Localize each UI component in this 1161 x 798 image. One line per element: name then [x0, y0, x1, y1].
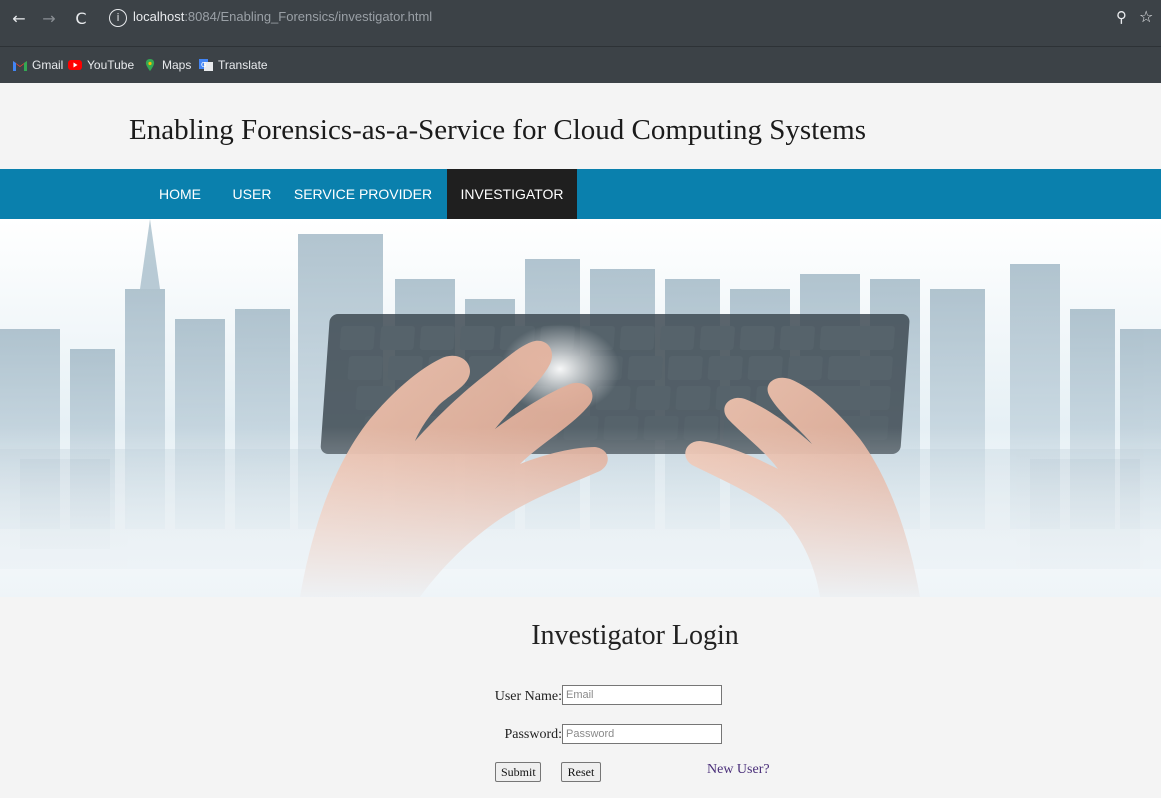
bookmark-label: YouTube: [87, 58, 135, 72]
bookmark-label: Gmail: [32, 58, 64, 72]
gmail-icon: [13, 61, 27, 71]
nav-home[interactable]: HOME: [149, 169, 211, 219]
maps-icon: [145, 59, 155, 71]
password-input[interactable]: [562, 724, 722, 744]
reset-button[interactable]: Reset: [561, 762, 601, 782]
hero-banner: [0, 219, 1161, 597]
nav-investigator[interactable]: INVESTIGATOR: [447, 169, 577, 219]
youtube-icon: [68, 60, 82, 70]
bookmark-star-icon[interactable]: ☆: [1139, 7, 1153, 26]
nav-user[interactable]: USER: [222, 169, 282, 219]
zoom-icon[interactable]: ⚲: [1116, 8, 1127, 26]
hero-image: [0, 219, 1161, 597]
forward-arrow-icon[interactable]: →: [38, 8, 60, 30]
bookmark-maps[interactable]: Maps: [143, 56, 191, 74]
svg-text:G: G: [201, 61, 206, 69]
bookmark-label: Translate: [218, 58, 268, 72]
site-info-icon[interactable]: i: [109, 9, 127, 27]
username-input[interactable]: [562, 685, 722, 705]
username-label: User Name:: [494, 689, 562, 704]
url-path: :8084/Enabling_Forensics/investigator.ht…: [184, 9, 433, 24]
bookmark-label: Maps: [162, 58, 192, 72]
address-bar[interactable]: localhost:8084/Enabling_Forensics/invest…: [133, 9, 432, 24]
reload-icon[interactable]: C: [70, 8, 92, 30]
nav-service-provider[interactable]: SERVICE PROVIDER: [293, 169, 433, 219]
bookmark-gmail[interactable]: Gmail: [13, 56, 63, 74]
bookmark-youtube[interactable]: YouTube: [68, 56, 134, 74]
new-user-link[interactable]: New User?: [707, 762, 770, 778]
submit-button[interactable]: Submit: [495, 762, 541, 782]
browser-toolbar: ← → C i localhost:8084/Enabling_Forensic…: [0, 0, 1161, 46]
bookmark-translate[interactable]: G Translate: [199, 56, 268, 74]
password-label: Password:: [504, 727, 562, 742]
site-title: Enabling Forensics-as-a-Service for Clou…: [129, 114, 866, 146]
login-title: Investigator Login: [531, 620, 739, 651]
main-navbar: HOME USER SERVICE PROVIDER INVESTIGATOR: [0, 169, 1161, 219]
bookmarks-bar: Gmail YouTube Maps G Translate: [0, 46, 1161, 83]
back-arrow-icon[interactable]: ←: [8, 8, 30, 30]
url-host: localhost: [133, 9, 185, 24]
translate-icon: G: [199, 59, 213, 71]
